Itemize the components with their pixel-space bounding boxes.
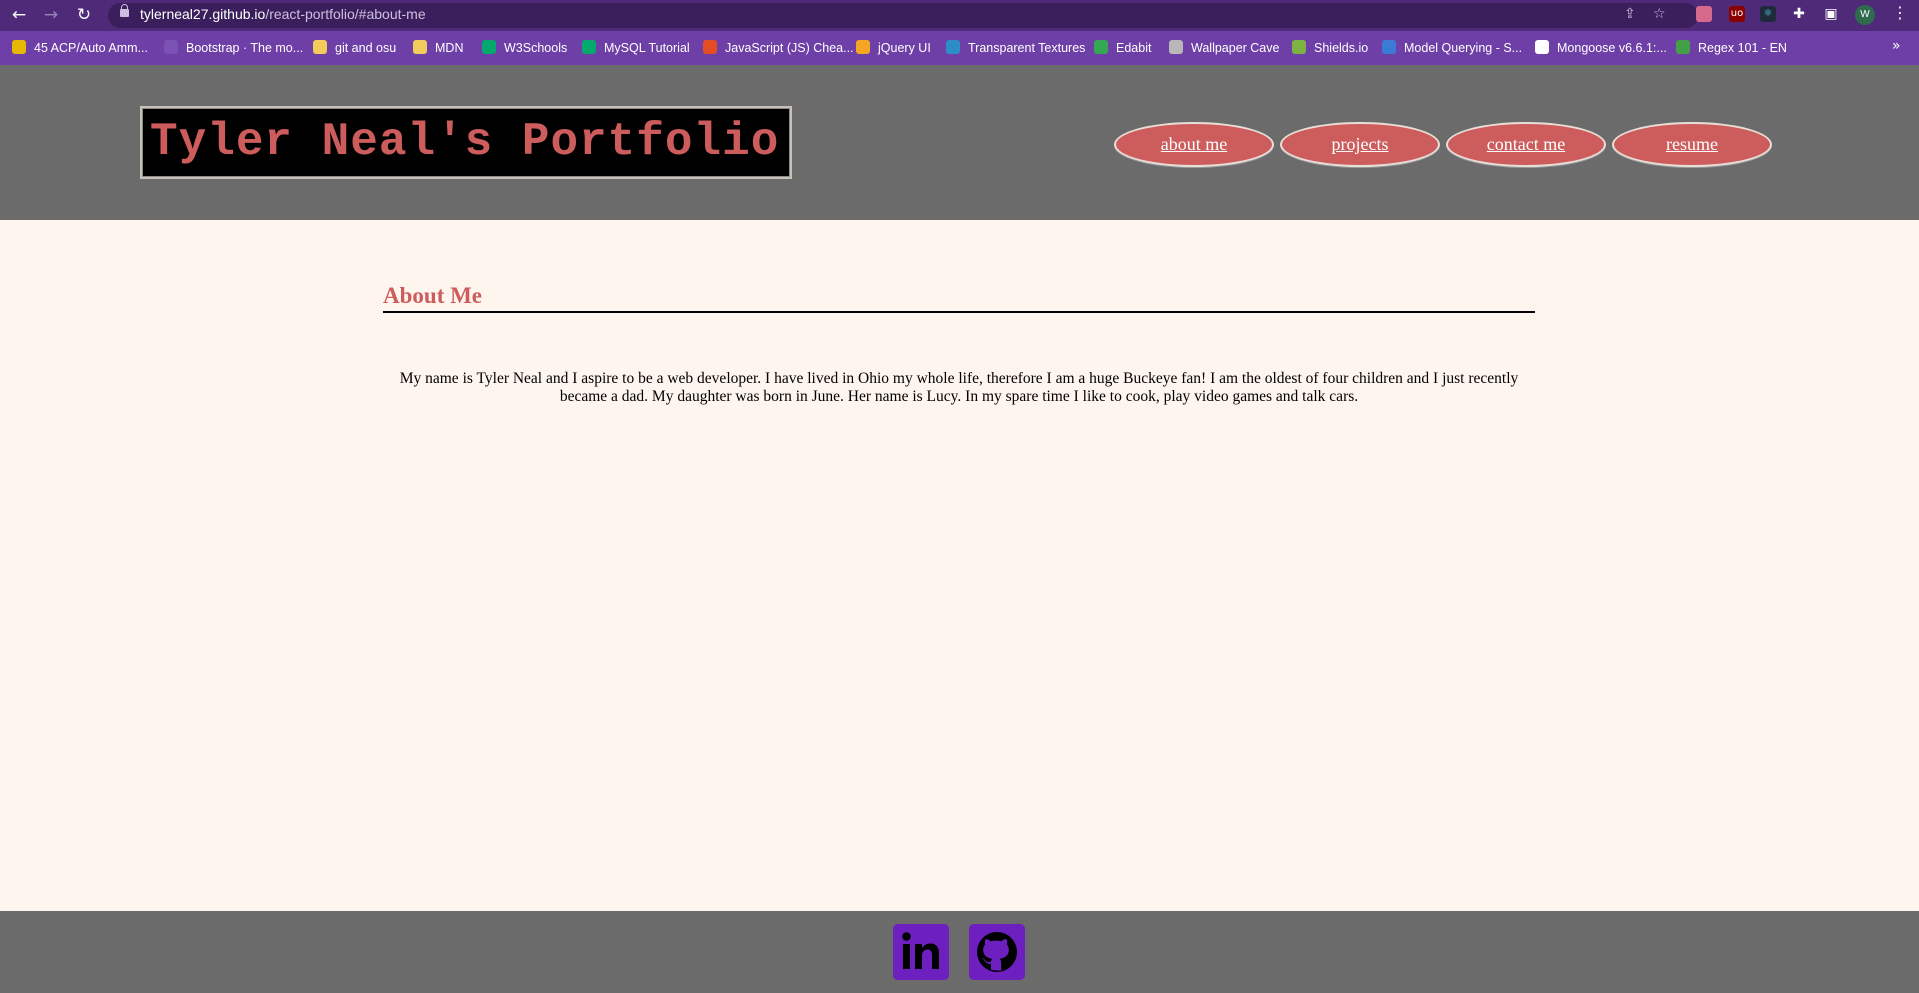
- bookmark-item[interactable]: Model Querying - S...: [1382, 39, 1522, 57]
- extension-icon[interactable]: [1696, 6, 1712, 22]
- share-icon[interactable]: ⇪: [1624, 6, 1636, 22]
- bookmark-item[interactable]: W3Schools: [482, 39, 567, 57]
- bookmark-item[interactable]: Shields.io: [1292, 39, 1368, 57]
- forward-icon[interactable]: →: [40, 4, 62, 26]
- nav-projects[interactable]: projects: [1280, 122, 1440, 167]
- bookmark-favicon-icon: [1676, 40, 1690, 54]
- page-title: About Me: [383, 283, 483, 308]
- about-paragraph: My name is Tyler Neal and I aspire to be…: [399, 370, 1519, 405]
- sidebar-icon[interactable]: ▣: [1823, 6, 1839, 22]
- bookmark-item[interactable]: JavaScript (JS) Chea...: [703, 39, 854, 57]
- extensions-icon[interactable]: ✚: [1791, 6, 1807, 22]
- reload-icon[interactable]: ↻: [73, 4, 95, 26]
- nav-contact-me[interactable]: contact me: [1446, 122, 1606, 167]
- bookmark-favicon-icon: [582, 40, 596, 54]
- bookmark-favicon-icon: [12, 40, 26, 54]
- bookmark-item[interactable]: Wallpaper Cave: [1169, 39, 1279, 57]
- bookmark-favicon-icon: [703, 40, 717, 54]
- back-icon[interactable]: ←: [8, 4, 30, 26]
- github-icon[interactable]: [969, 924, 1025, 980]
- linkedin-icon[interactable]: [893, 924, 949, 980]
- bookmark-item[interactable]: MDN: [413, 39, 463, 57]
- bookmark-item[interactable]: jQuery UI: [856, 39, 931, 57]
- bookmark-item[interactable]: git and osu: [313, 39, 396, 57]
- site-header: Tyler Neal's Portfolio about me projects…: [0, 65, 1919, 220]
- site-footer: [0, 911, 1919, 993]
- bookmark-favicon-icon: [1535, 40, 1549, 54]
- avatar[interactable]: W: [1855, 5, 1875, 25]
- bookmark-item[interactable]: Mongoose v6.6.1:...: [1535, 39, 1667, 57]
- logo: Tyler Neal's Portfolio: [140, 106, 792, 179]
- more-icon[interactable]: ⋮: [1892, 3, 1908, 22]
- bookmark-favicon-icon: [856, 40, 870, 54]
- react-devtools-icon[interactable]: ⚛: [1760, 6, 1776, 22]
- bookmark-item[interactable]: Transparent Textures: [946, 39, 1085, 57]
- lock-icon[interactable]: [120, 4, 129, 17]
- bookmark-item[interactable]: Edabit: [1094, 39, 1151, 57]
- bookmark-item[interactable]: Regex 101 - EN: [1676, 39, 1787, 57]
- bookmark-item[interactable]: Bootstrap · The mo...: [164, 39, 303, 57]
- bookmark-item[interactable]: MySQL Tutorial: [582, 39, 690, 57]
- browser-toolbar: ← → ↻ tylerneal27.github.io/react-portfo…: [0, 0, 1919, 31]
- url-text[interactable]: tylerneal27.github.io/react-portfolio/#a…: [140, 6, 426, 22]
- nav-resume[interactable]: resume: [1612, 122, 1772, 167]
- bookmark-favicon-icon: [1382, 40, 1396, 54]
- folder-icon: [413, 40, 427, 54]
- bookmark-favicon-icon: [1094, 40, 1108, 54]
- chevron-right-icon[interactable]: »: [1892, 38, 1901, 54]
- bookmark-favicon-icon: [164, 40, 178, 54]
- address-bar[interactable]: tylerneal27.github.io/react-portfolio/#a…: [108, 3, 1698, 28]
- bookmarks-bar: 45 ACP/Auto Amm... Bootstrap · The mo...…: [0, 31, 1919, 65]
- folder-icon: [313, 40, 327, 54]
- bookmark-favicon-icon: [482, 40, 496, 54]
- bookmark-favicon-icon: [1292, 40, 1306, 54]
- site-title: Tyler Neal's Portfolio: [150, 116, 780, 168]
- bookmark-item[interactable]: 45 ACP/Auto Amm...: [12, 39, 148, 57]
- heading-divider: [383, 311, 1535, 313]
- star-icon[interactable]: ☆: [1653, 6, 1666, 22]
- bookmark-favicon-icon: [946, 40, 960, 54]
- bookmark-favicon-icon: [1169, 40, 1183, 54]
- nav-about-me[interactable]: about me: [1114, 122, 1274, 167]
- ublock-icon[interactable]: uo: [1729, 6, 1745, 22]
